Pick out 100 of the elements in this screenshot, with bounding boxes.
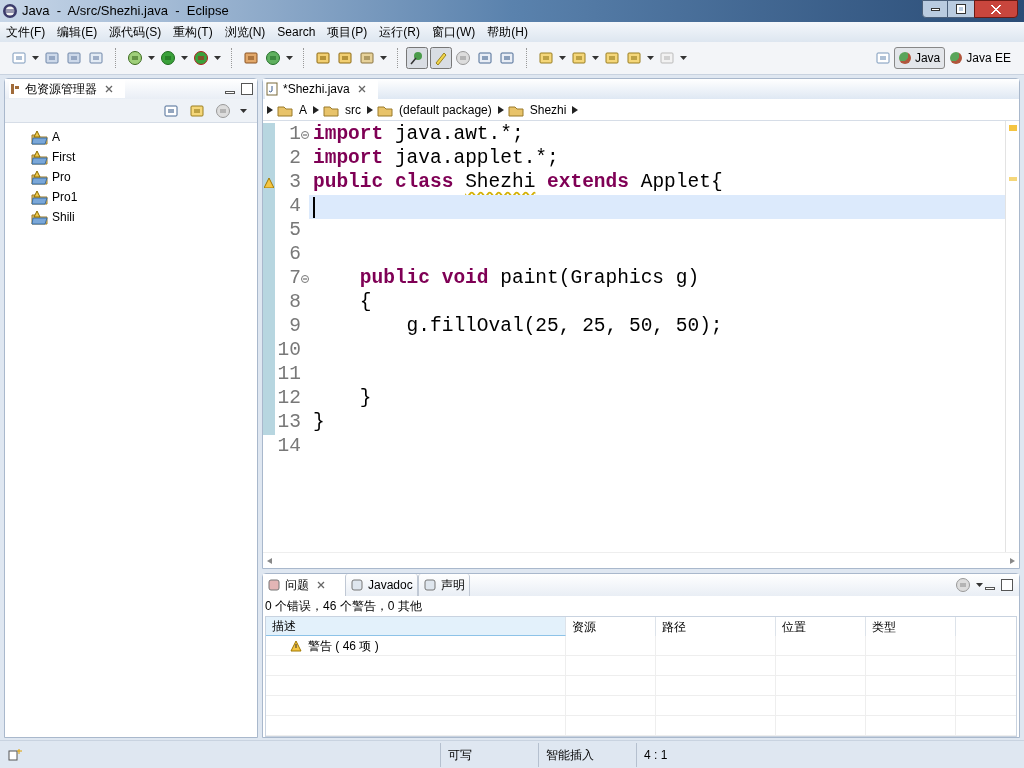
close-tab-icon[interactable] — [105, 85, 113, 93]
view-tab-icon — [350, 578, 364, 592]
project-tree-item[interactable]: A — [31, 127, 257, 147]
breadcrumb-item[interactable]: Shezhi — [527, 100, 569, 119]
fold-icon[interactable] — [301, 275, 309, 283]
java-file-icon — [265, 82, 279, 96]
dropdown-caret-icon[interactable] — [148, 56, 155, 60]
line-number: 1 — [288, 122, 301, 148]
minimize-button[interactable] — [922, 0, 948, 18]
warning-icon — [290, 639, 302, 652]
code-line: public class Shezhi extends Applet{ — [313, 170, 723, 196]
line-number: 2 — [288, 146, 301, 172]
close-tab-icon[interactable] — [357, 85, 366, 93]
dropdown-caret-icon[interactable] — [592, 56, 599, 60]
menu-item[interactable]: 运行(R) — [373, 23, 427, 41]
project-folder-icon — [31, 209, 49, 225]
dropdown-caret-icon[interactable] — [976, 583, 983, 587]
perspective-button[interactable]: Java EE — [945, 47, 1016, 69]
perspective-button[interactable]: Java — [893, 47, 946, 69]
dropdown-caret-icon[interactable] — [32, 56, 39, 60]
warning-group-label[interactable]: 警告 ( 46 项 ) — [308, 636, 379, 655]
scroll-left-icon[interactable] — [267, 557, 272, 564]
package-icon — [9, 83, 21, 95]
project-folder-icon — [31, 129, 49, 145]
line-number: 6 — [288, 242, 301, 268]
close-button[interactable] — [974, 0, 1018, 18]
problems-summary: 0 个错误，46 个警告，0 其他 — [264, 598, 423, 615]
column-header[interactable]: 类型 — [866, 617, 956, 636]
restore-button[interactable] — [948, 0, 974, 18]
column-header[interactable]: 描述 — [266, 617, 566, 636]
dropdown-caret-icon[interactable] — [286, 56, 293, 60]
project-tree-item[interactable]: Pro1 — [31, 187, 257, 207]
project-tree-item[interactable]: First — [31, 147, 257, 167]
code-line: public void paint(Graphics g) — [358, 266, 700, 292]
view-tab-label: 问题 — [285, 577, 309, 594]
dropdown-caret-icon[interactable] — [380, 56, 387, 60]
warning-overview-mark — [1008, 125, 1017, 131]
project-tree-item[interactable]: Pro — [31, 167, 257, 187]
line-number: 5 — [288, 218, 301, 244]
breadcrumb-arrow-icon — [497, 105, 504, 114]
menu-item[interactable]: Search — [271, 23, 322, 41]
menu-item[interactable]: 帮助(H) — [481, 23, 535, 41]
view-tab-label: 声明 — [440, 577, 465, 594]
project-tree-item[interactable]: Shili — [31, 207, 257, 227]
breadcrumb-item[interactable]: A — [297, 100, 309, 119]
menu-item[interactable]: 项目(P) — [321, 23, 374, 41]
dropdown-caret-icon[interactable] — [559, 56, 566, 60]
line-number: 4 — [288, 194, 301, 220]
project-folder-icon — [31, 149, 49, 165]
maximize-view-button[interactable] — [241, 83, 253, 95]
line-number: 7 — [288, 266, 301, 292]
code-line: g.fillOval(25, 25, 50, 50); — [405, 314, 723, 340]
dropdown-caret-icon[interactable] — [214, 56, 221, 60]
dropdown-caret-icon[interactable] — [680, 56, 687, 60]
mark-occurrences-button[interactable] — [430, 47, 452, 69]
menu-item[interactable]: 窗口(W) — [426, 23, 482, 41]
breadcrumb-item[interactable]: src — [343, 100, 363, 119]
fast-view-icon[interactable] — [8, 747, 24, 762]
menu-item[interactable]: 源代码(S) — [103, 23, 168, 41]
column-header[interactable]: 资源 — [566, 617, 656, 636]
line-number: 14 — [276, 434, 301, 460]
dropdown-caret-icon[interactable] — [181, 56, 188, 60]
view-tab[interactable]: 声明 — [417, 574, 470, 596]
status-text: 智能插入 — [546, 746, 594, 764]
column-header[interactable]: 位置 — [776, 617, 866, 636]
dropdown-caret-icon[interactable] — [647, 56, 654, 60]
menu-item[interactable]: 重构(T) — [167, 23, 219, 41]
view-tab[interactable]: 包资源管理器 — [9, 80, 125, 98]
editor-tab[interactable]: *Shezhi.java — [265, 79, 378, 99]
code-line: import java.awt.*; — [313, 122, 524, 148]
code-line: { — [358, 290, 372, 316]
menu-item[interactable]: 文件(F) — [0, 23, 52, 41]
column-header[interactable]: 路径 — [656, 617, 776, 636]
window-title: Java - A/src/Shezhi.java - Eclipse — [22, 2, 229, 21]
dropdown-caret-icon[interactable] — [240, 108, 247, 113]
warning-overview-mark — [1008, 177, 1017, 181]
code-line: } — [358, 386, 372, 412]
line-number: 11 — [276, 362, 301, 388]
menu-item[interactable]: 编辑(E) — [51, 23, 104, 41]
breadcrumb-arrow-icon — [267, 105, 273, 114]
status-text: 可写 — [448, 746, 472, 764]
line-number: 8 — [288, 290, 301, 316]
view-tab[interactable]: Javadoc — [345, 574, 418, 596]
code-line: import java.applet.*; — [313, 146, 559, 172]
view-tab[interactable]: 问题 — [263, 574, 345, 596]
line-number: 10 — [276, 338, 301, 364]
menu-item[interactable]: 浏览(N) — [218, 23, 272, 41]
breadcrumb-item[interactable]: (default package) — [397, 100, 494, 119]
close-tab-icon[interactable] — [317, 581, 325, 589]
status-text: 4 : 1 — [644, 746, 668, 764]
scroll-right-icon[interactable] — [1010, 557, 1015, 564]
fold-icon[interactable] — [301, 131, 309, 139]
line-number: 9 — [288, 314, 301, 340]
view-tab-icon — [267, 578, 281, 592]
eclipse-logo-icon — [2, 3, 18, 19]
line-number: 12 — [276, 386, 301, 412]
toggle-breadcrumb-button[interactable] — [406, 47, 428, 69]
maximize-view-button[interactable] — [1001, 579, 1013, 591]
project-folder-icon — [31, 189, 49, 205]
view-tab-label: Javadoc — [368, 577, 413, 594]
